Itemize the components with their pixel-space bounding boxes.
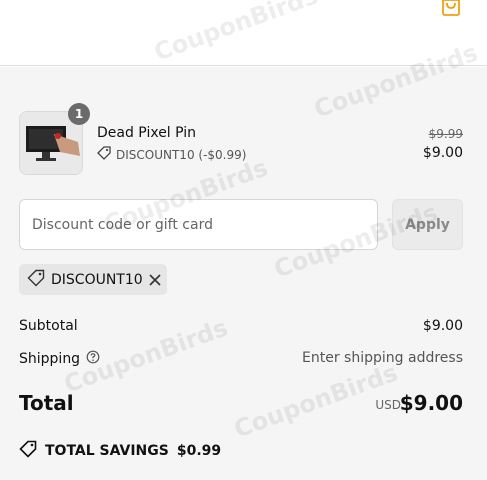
shipping-label: Shipping [19, 351, 81, 367]
header: CouponBirds [0, 0, 487, 67]
savings-label: TOTAL SAVINGS [45, 443, 169, 459]
subtotal-label: Subtotal [19, 318, 78, 334]
shopping-bag-icon[interactable] [440, 0, 462, 16]
tag-icon [27, 269, 45, 291]
subtotal-value: $9.00 [422, 318, 463, 334]
applied-code-label: DISCOUNT10 [51, 271, 143, 288]
watermark: CouponBirds [150, 0, 322, 67]
shipping-value: Enter shipping address [302, 350, 463, 366]
help-icon[interactable] [86, 350, 100, 368]
shipping-row: Shipping [19, 350, 100, 368]
product-discount: DISCOUNT10 (-$0.99) [97, 146, 246, 163]
product-discount-label: DISCOUNT10 (-$0.99) [116, 147, 247, 162]
currency-label: USD [375, 398, 401, 412]
product-price: $9.00 [422, 145, 463, 161]
order-summary: 1 Dead Pixel Pin DISCOUNT10 (-$0.99) $9.… [0, 38, 487, 480]
product-name: Dead Pixel Pin [97, 125, 197, 141]
tag-icon [19, 440, 37, 462]
total-amount: $9.00 [399, 391, 463, 415]
applied-discount-chip: DISCOUNT10 [19, 264, 167, 295]
savings-value: $0.99 [176, 443, 222, 459]
total-label: Total [19, 391, 74, 415]
total-savings: TOTAL SAVINGS $0.99 [19, 440, 221, 462]
discount-code-input[interactable] [19, 199, 378, 250]
quantity-badge: 1 [68, 103, 90, 125]
original-price: $9.99 [428, 127, 463, 141]
tag-icon [97, 146, 111, 163]
apply-button[interactable]: Apply [392, 199, 463, 250]
close-icon[interactable] [149, 273, 161, 287]
